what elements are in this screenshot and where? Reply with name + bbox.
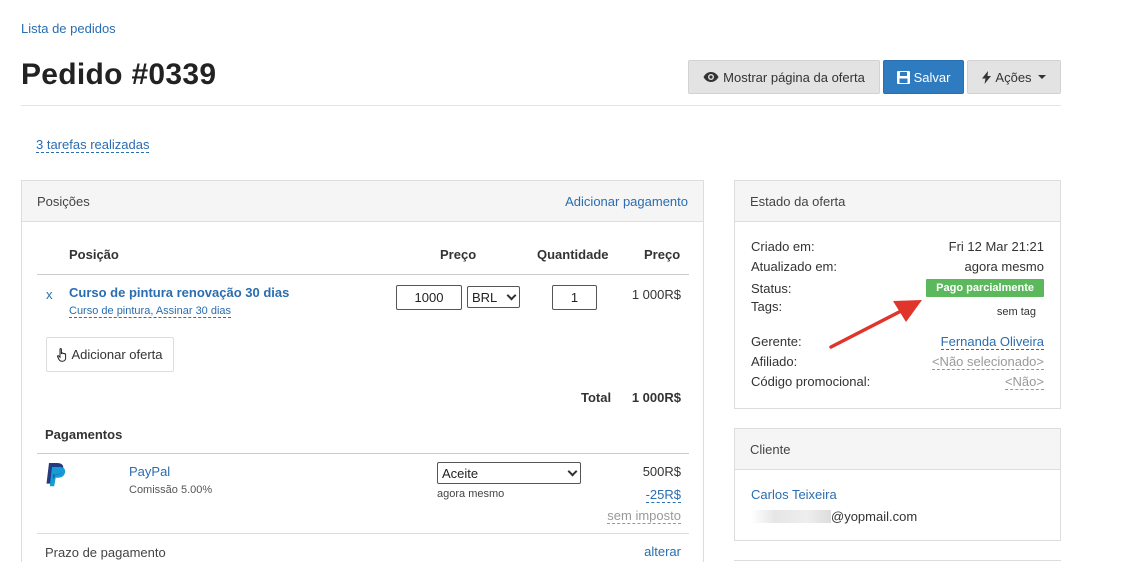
client-panel: Cliente Carlos Teixeira @yopmail.com [734,428,1061,541]
show-offer-page-label: Mostrar página da oferta [723,69,865,85]
affiliate-link[interactable]: <Não selecionado> [931,354,1044,370]
item-total-price: 1 000R$ [631,287,681,302]
hand-pointer-icon [57,347,67,362]
client-email-domain: @yopmail.com [831,509,918,524]
item-name-link[interactable]: Curso de pintura renovação 30 dias [69,285,289,300]
chevron-down-icon [506,290,517,300]
save-button[interactable]: Salvar [883,60,964,94]
add-payment-link[interactable]: Adicionar pagamento [565,194,688,209]
currency-value: BRL [472,289,498,305]
payments-divider [37,453,689,454]
deadline-label: Prazo de pagamento [45,545,166,560]
positions-heading: Posições [37,193,90,209]
created-row: Criado em: Fri 12 Mar 21:21 [751,239,1044,254]
total-value: 1 000R$ [631,390,681,405]
affiliate-row: Afiliado: <Não selecionado> [751,354,1044,370]
tags-label: Tags: [751,299,783,314]
header-divider [21,105,1061,106]
total-label: Total [581,390,612,405]
show-offer-page-button[interactable]: Mostrar página da oferta [688,60,880,94]
updated-value: agora mesmo [964,259,1044,274]
item-price-input[interactable] [396,285,462,310]
floppy-disk-icon [896,70,910,84]
payment-amount: 500R$ [642,464,681,479]
tags-value[interactable]: sem tag [997,306,1036,318]
item-quantity-input[interactable] [552,285,597,310]
redacted-email-block [751,510,831,523]
manager-label: Gerente: [751,334,802,349]
offer-state-heading: Estado da oferta [750,193,846,209]
client-header: Cliente [735,429,1060,470]
affiliate-label: Afiliado: [751,354,798,369]
column-quantity: Quantidade [537,247,609,262]
completed-tasks-link[interactable]: 3 tarefas realizadas [36,137,150,153]
promo-row: Código promocional: <Não> [751,374,1044,390]
breadcrumb-orders-list[interactable]: Lista de pedidos [21,21,116,36]
payment-status-select[interactable]: Aceite [437,462,581,484]
payment-time: agora mesmo [437,488,505,500]
currency-select[interactable]: BRL [467,286,520,308]
payment-fee-link[interactable]: -25R$ [645,487,681,503]
lightning-bolt-icon [982,70,992,84]
eye-icon [703,72,719,82]
payment-commission: Comissão 5.00% [129,484,213,496]
table-header-divider [37,274,689,275]
status-badge[interactable]: Pago parcialmente [926,279,1044,297]
actions-label: Ações [995,69,1032,85]
client-heading: Cliente [750,441,791,457]
page-title: Pedido #0339 [21,58,217,91]
deadline-change-link[interactable]: alterar [644,544,681,559]
column-price: Preço [440,247,477,262]
status-label: Status: [751,280,792,296]
chevron-down-icon [567,466,578,476]
next-panel-edge [734,560,1061,561]
manager-link[interactable]: Fernanda Oliveira [940,334,1044,350]
payment-method-link[interactable]: PayPal [129,464,170,479]
created-label: Criado em: [751,239,815,254]
add-offer-label: Adicionar oferta [71,347,163,362]
annotation-arrow-icon [829,300,922,349]
column-position: Posição [69,247,119,262]
add-offer-button[interactable]: Adicionar oferta [46,337,174,372]
payments-heading: Pagamentos [45,427,123,442]
promo-label: Código promocional: [751,374,871,389]
actions-dropdown-button[interactable]: Ações [967,60,1061,94]
offer-state-header: Estado da oferta [735,181,1060,222]
created-value: Fri 12 Mar 21:21 [948,239,1044,254]
updated-label: Atualizado em: [751,259,837,274]
deadline-divider [37,533,689,534]
promo-link[interactable]: <Não> [1004,374,1044,390]
client-email: @yopmail.com [751,509,917,524]
positions-panel-header: Posições Adicionar pagamento [22,181,703,222]
caret-down-icon [1037,75,1046,79]
updated-row: Atualizado em: agora mesmo [751,259,1044,274]
column-price-total: Preço [644,247,681,262]
paypal-icon [46,463,66,487]
client-name-link[interactable]: Carlos Teixeira [751,487,837,502]
payment-status-value: Aceite [442,465,479,481]
remove-item-button[interactable]: x [46,287,53,302]
positions-panel: Posições Adicionar pagamento Posição Pre… [21,180,704,562]
item-subtitle-link[interactable]: Curso de pintura, Assinar 30 dias [69,305,232,318]
payment-tax-link[interactable]: sem imposto [607,508,681,524]
save-label: Salvar [913,69,951,85]
